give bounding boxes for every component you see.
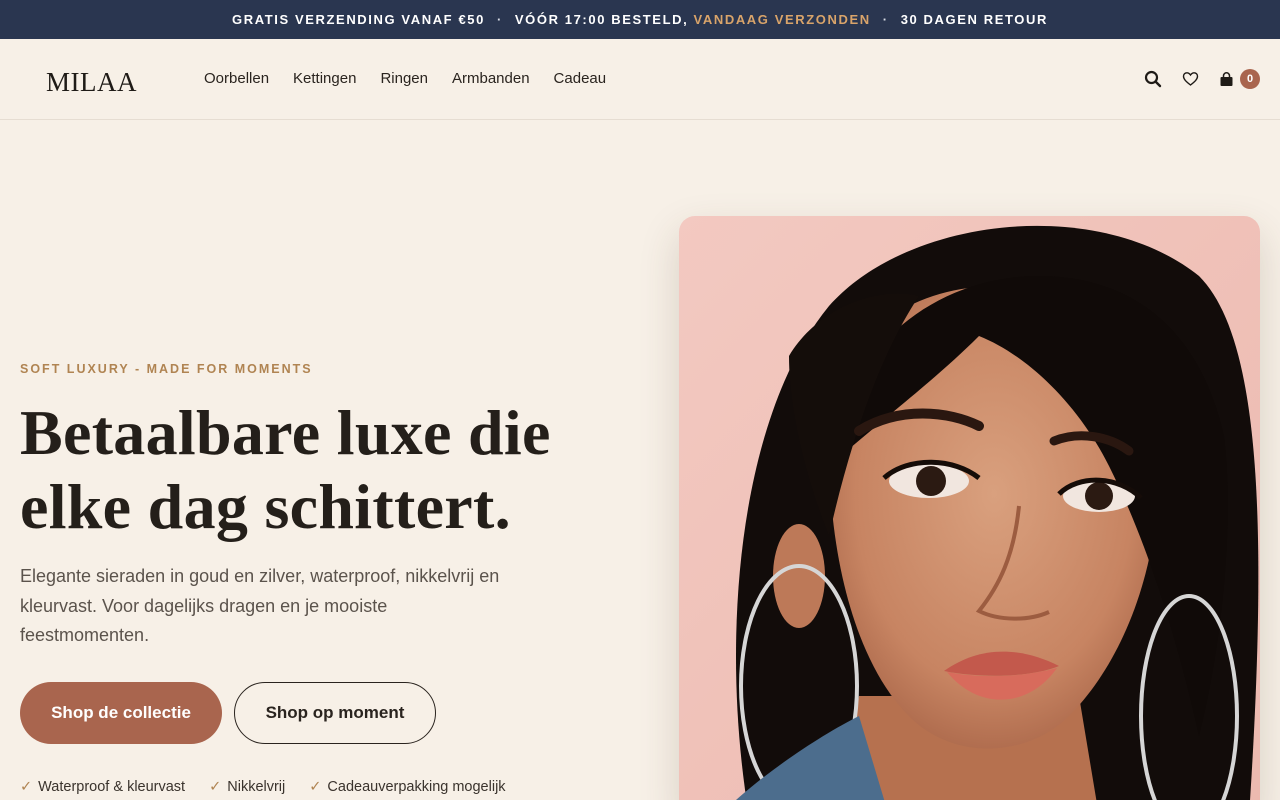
usp-label: Waterproof & kleurvast: [38, 779, 186, 795]
cart-button[interactable]: 0: [1219, 69, 1260, 89]
model-portrait-illustration: [679, 216, 1260, 800]
check-icon: ✓: [20, 779, 33, 795]
hero-eyebrow: SOFT LUXURY - MADE FOR MOMENTS: [20, 362, 313, 376]
announcement-shipping: GRATIS VERZENDING VANAF €50: [232, 12, 485, 27]
header-actions: 0: [1144, 69, 1260, 89]
announcement-separator: ·: [496, 12, 503, 27]
usp-item: ✓ Nikkelvrij: [209, 779, 285, 795]
nav-item-kettingen[interactable]: Kettingen: [293, 70, 356, 87]
nav-item-armbanden[interactable]: Armbanden: [452, 70, 530, 87]
usp-list: ✓ Waterproof & kleurvast ✓ Nikkelvrij ✓ …: [20, 779, 506, 795]
shop-by-moment-button[interactable]: Shop op moment: [234, 682, 436, 744]
usp-label: Nikkelvrij: [227, 779, 286, 795]
nav-item-ringen[interactable]: Ringen: [380, 70, 428, 87]
check-icon: ✓: [309, 779, 322, 795]
check-icon: ✓: [209, 779, 222, 795]
hero-model-image: [679, 216, 1260, 800]
hero-headline: Betaalbare luxe die elke dag schittert.: [20, 396, 620, 544]
hero-headline-line2: elke dag schittert.: [20, 471, 511, 542]
site-header: MILAA Oorbellen Kettingen Ringen Armband…: [0, 39, 1280, 120]
brand-logo[interactable]: MILAA: [46, 67, 137, 98]
announcement-same-day: VANDAAG VERZONDEN: [693, 12, 871, 27]
hero-headline-line1: Betaalbare luxe die: [20, 397, 551, 468]
announcement-cutoff: VÓÓR 17:00 BESTELD, VANDAAG VERZONDEN: [515, 12, 871, 27]
hero-description: Elegante sieraden in goud en zilver, wat…: [20, 566, 500, 645]
nav-item-oorbellen[interactable]: Oorbellen: [204, 70, 269, 87]
usp-item: ✓ Waterproof & kleurvast: [20, 779, 185, 795]
announcement-returns: 30 DAGEN RETOUR: [900, 12, 1048, 27]
shopping-bag-icon: [1219, 71, 1234, 87]
nav-item-cadeau[interactable]: Cadeau: [554, 70, 607, 87]
usp-label: Cadeauverpakking mogelijk: [327, 779, 506, 795]
usp-item: ✓ Cadeauverpakking mogelijk: [309, 779, 505, 795]
announcement-bar: GRATIS VERZENDING VANAF €50 · VÓÓR 17:00…: [0, 0, 1280, 39]
main-nav: Oorbellen Kettingen Ringen Armbanden Cad…: [204, 70, 606, 87]
search-icon[interactable]: [1144, 70, 1162, 88]
announcement-cutoff-text: VÓÓR 17:00 BESTELD,: [514, 12, 689, 27]
shop-collection-button[interactable]: Shop de collectie: [20, 682, 222, 744]
wishlist-heart-icon[interactable]: [1182, 71, 1199, 87]
announcement-separator: ·: [882, 12, 889, 27]
cart-count-badge: 0: [1240, 69, 1260, 89]
